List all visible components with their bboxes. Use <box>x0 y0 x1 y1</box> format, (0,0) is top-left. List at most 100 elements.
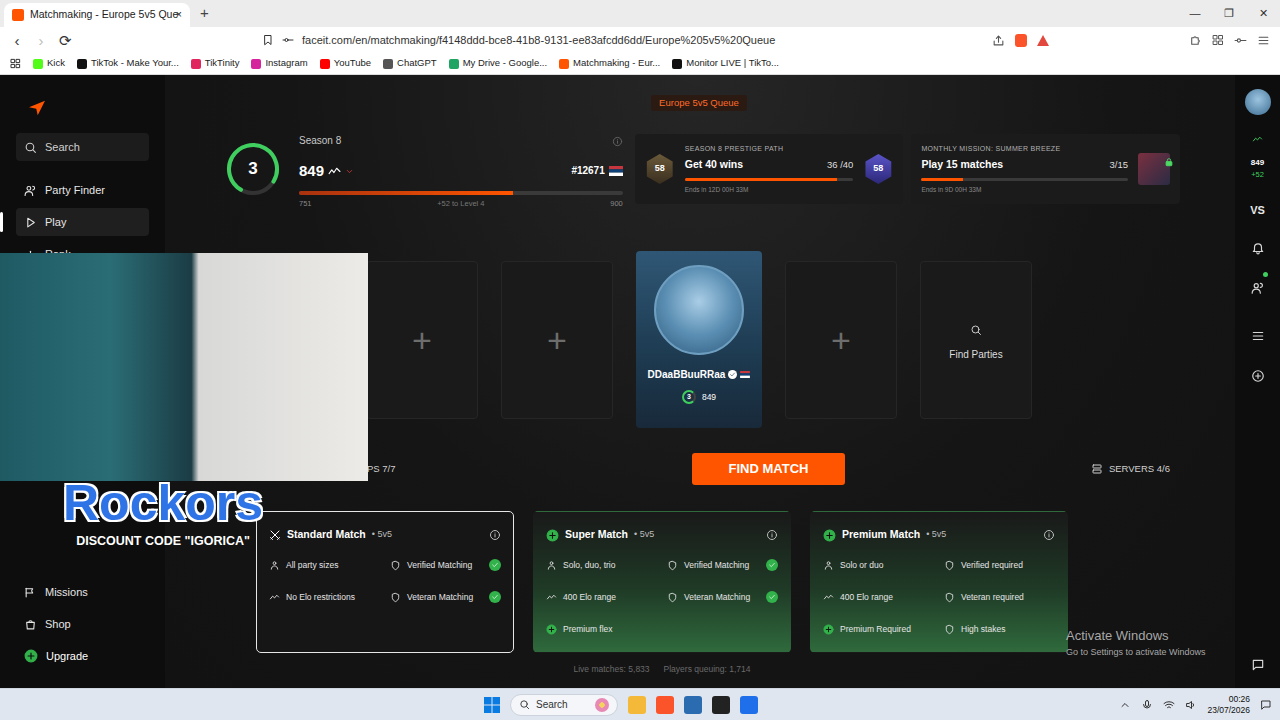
find-match-button[interactable]: FIND MATCH <box>692 453 845 485</box>
bookmark-label[interactable]: Monitor LIVE | TikTo... <box>686 56 779 70</box>
bookmark[interactable]: ChatGPT <box>383 56 437 70</box>
bookmark[interactable]: YouTube <box>320 56 371 70</box>
sidebar-label[interactable]: Party Finder <box>45 182 105 199</box>
faceit-logo-icon[interactable] <box>28 100 46 116</box>
sidebar-label[interactable]: Play <box>45 214 66 231</box>
address-text[interactable]: faceit.com/en/matchmaking/f4148ddd-bce8-… <box>302 32 775 49</box>
sidebar-label[interactable]: Missions <box>45 584 88 601</box>
mission-card[interactable]: MONTHLY MISSION: SUMMER BREEZEPlay 15 ma… <box>911 134 1180 204</box>
match-feature: Solo or duo <box>823 556 934 574</box>
sidebar-item[interactable]: Play <box>16 208 149 236</box>
brave-rewards-icon[interactable] <box>1037 35 1049 46</box>
feedback-icon <box>1251 658 1265 672</box>
bookmark[interactable]: Instagram <box>251 56 307 70</box>
elo-value: 849 <box>299 160 324 183</box>
bookmark[interactable]: Matchmaking - Eur... <box>559 56 660 70</box>
bookmark[interactable]: TikTok - Make Your... <box>77 56 179 70</box>
match-type-card[interactable]: Premium Match• 5v5Solo or duoVerified re… <box>810 511 1068 653</box>
obs-icon[interactable] <box>712 696 730 714</box>
tab-close-button[interactable]: × <box>176 7 182 23</box>
sidebar-item[interactable]: Party Finder <box>16 176 149 204</box>
user-avatar[interactable] <box>1245 89 1271 115</box>
bookmark-label[interactable]: My Drive - Google... <box>463 56 547 70</box>
bookmark-label[interactable]: TikTok - Make Your... <box>91 56 179 70</box>
find-parties-label[interactable]: Find Parties <box>949 347 1002 362</box>
bookmark[interactable]: TikTinity <box>191 56 240 70</box>
activate-windows-watermark: Activate WindowsGo to Settings to activa… <box>1066 626 1206 659</box>
mic-icon <box>1141 699 1153 711</box>
match-type-card[interactable]: Super Match• 5v5Solo, duo, trioVerified … <box>533 511 791 653</box>
sidebar-icon <box>1212 34 1224 46</box>
servers-button[interactable]: SERVERS 4/6 <box>1091 462 1170 476</box>
brave-shield-icon[interactable] <box>1015 34 1027 47</box>
favicon-icon <box>77 59 87 69</box>
add-player-glyph[interactable]: + <box>547 323 567 357</box>
feature-icon <box>546 560 557 571</box>
check-icon <box>768 593 776 601</box>
sidebar-label[interactable]: Shop <box>45 616 71 633</box>
up-arrow-icon <box>1119 699 1131 711</box>
sidebar-item[interactable]: Missions <box>16 578 149 606</box>
watermark-subtitle: Go to Settings to activate Windows <box>1066 646 1206 660</box>
close-button[interactable]: ✕ <box>1246 0 1280 27</box>
address-bar[interactable]: faceit.com/en/matchmaking/f4148ddd-bce8-… <box>82 32 982 49</box>
mission-card[interactable]: 58SEASON 8 PRESTIGE PATHGet 40 wins36 /4… <box>635 134 904 204</box>
find-parties-slot[interactable]: Find Parties <box>920 261 1032 419</box>
maximize-button[interactable]: ❐ <box>1212 0 1246 27</box>
maps-count[interactable]: PS 7/7 <box>367 462 692 476</box>
new-tab-button[interactable]: + <box>190 2 219 28</box>
elo-progress-track <box>299 191 623 195</box>
bookmark[interactable]: Kick <box>33 56 65 70</box>
forward-button[interactable]: › <box>34 33 48 48</box>
windows-start-icon[interactable] <box>484 697 500 713</box>
live-stat: Live matches: 5,833 <box>573 663 649 676</box>
level-panel: 3Season 8849#12671751+52 to Level 4900 <box>218 134 623 204</box>
match-mode: • 5v5 <box>634 528 654 542</box>
bookmark-label[interactable]: YouTube <box>334 56 371 70</box>
minimize-button[interactable]: — <box>1178 0 1212 27</box>
matches-button[interactable]: VS <box>1250 202 1265 219</box>
player-slot[interactable]: DDaaBBuuRRaa3849 <box>636 251 762 428</box>
app-icon[interactable] <box>740 696 758 714</box>
match-type-card[interactable]: Standard Match• 5v5All party sizesVerifi… <box>256 511 514 653</box>
badge-icon <box>390 560 401 571</box>
invite-slot[interactable]: + <box>366 261 478 419</box>
bookmark-label[interactable]: ChatGPT <box>397 56 437 70</box>
sidebar-item[interactable]: Shop <box>16 610 149 638</box>
bookmark-label[interactable]: Kick <box>47 56 65 70</box>
invite-slot[interactable]: + <box>785 261 897 419</box>
mission-reward-thumbnail <box>1138 153 1170 185</box>
sidebar-item[interactable]: Upgrade <box>16 642 149 670</box>
invite-slot[interactable]: + <box>501 261 613 419</box>
taskbar-search-label[interactable]: Search <box>536 697 568 712</box>
sidebar-item[interactable]: Search <box>16 133 149 161</box>
bookmark[interactable]: Monitor LIVE | TikTo... <box>672 56 779 70</box>
sidebar-label[interactable]: Search <box>45 139 80 156</box>
taskbar-search[interactable]: Search <box>510 694 618 716</box>
feature-label: High stakes <box>961 623 1037 636</box>
badge-icon <box>667 592 678 603</box>
player-name[interactable]: DDaaBBuuRRaa <box>648 367 726 382</box>
site-info-icon <box>282 34 294 46</box>
clock[interactable]: 00:2623/07/2026 <box>1207 694 1250 715</box>
favicon-icon <box>449 59 459 69</box>
brave-icon[interactable] <box>656 696 674 714</box>
reload-button[interactable]: ⟳ <box>58 33 72 48</box>
browser-tab[interactable]: Matchmaking - Europe 5v5 Que × <box>4 3 190 27</box>
bookmark-label[interactable]: Matchmaking - Eur... <box>573 56 660 70</box>
bookmark-label[interactable]: TikTinity <box>205 56 240 70</box>
bookmark[interactable]: My Drive - Google... <box>449 56 547 70</box>
tab-title[interactable]: Matchmaking - Europe 5v5 Que <box>30 7 170 23</box>
friends-button[interactable] <box>1251 275 1265 299</box>
apps-icon <box>10 58 21 69</box>
app-icon[interactable] <box>684 696 702 714</box>
file-explorer-icon[interactable] <box>628 696 646 714</box>
badge-icon <box>944 592 955 603</box>
back-button[interactable]: ‹ <box>10 33 24 48</box>
bookmark-label[interactable]: Instagram <box>265 56 307 70</box>
sidebar-label[interactable]: Upgrade <box>46 648 88 665</box>
servers-count[interactable]: SERVERS 4/6 <box>1109 462 1170 476</box>
add-player-glyph[interactable]: + <box>412 323 432 357</box>
add-player-glyph[interactable]: + <box>831 323 851 357</box>
match-feature: High stakes <box>944 620 1055 638</box>
